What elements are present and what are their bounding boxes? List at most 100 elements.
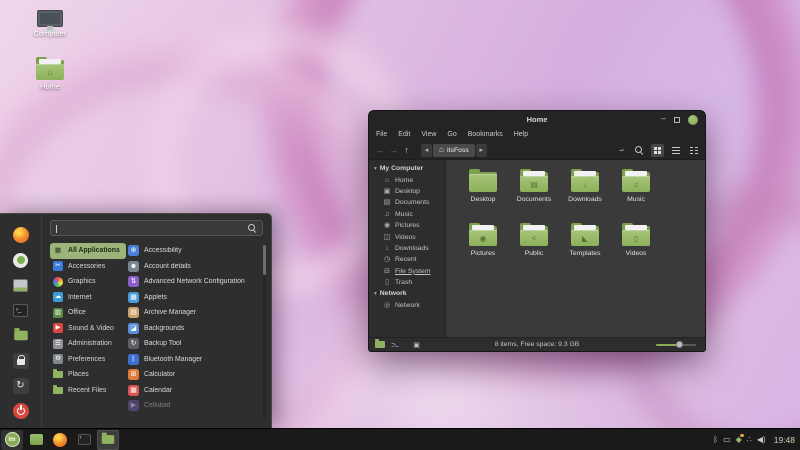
update-badge bbox=[740, 433, 744, 437]
firefox-launcher[interactable] bbox=[12, 226, 30, 244]
up-button[interactable]: ↑ bbox=[400, 145, 413, 155]
app-applets[interactable]: ▦ Applets bbox=[128, 290, 259, 306]
zoom-slider[interactable] bbox=[656, 340, 696, 350]
files-icon bbox=[101, 432, 115, 444]
sidebar-item-network[interactable]: ◎ Network bbox=[369, 300, 445, 311]
folder-music[interactable]: ♫ Music bbox=[611, 169, 661, 224]
app-bluetooth-manager[interactable]: ᛒ Bluetooth Manager bbox=[128, 352, 259, 368]
category-sound-video[interactable]: ▶ Sound & Video bbox=[50, 321, 126, 337]
sidebar-item-trash[interactable]: ▯ Trash bbox=[369, 277, 445, 288]
folder-view[interactable]: Desktop ▤ Documents ↓ Downloads ♫ Music … bbox=[446, 160, 705, 337]
sidebar-item-downloads[interactable]: ↓ Downloads bbox=[369, 243, 445, 254]
app-accessibility[interactable]: ⊕ Accessibility bbox=[128, 243, 259, 259]
sidebar-item-home[interactable]: ⌂ Home bbox=[369, 174, 445, 185]
shutdown-button[interactable] bbox=[12, 402, 30, 420]
menu-bookmarks[interactable]: Bookmarks bbox=[468, 131, 503, 138]
category-accessories[interactable]: ✂ Accessories bbox=[50, 259, 126, 275]
category-preferences[interactable]: ⚙ Preferences bbox=[50, 352, 126, 368]
system-settings-launcher[interactable] bbox=[12, 276, 30, 294]
folder-templates[interactable]: ◣ Templates bbox=[560, 223, 610, 278]
mint-menu-button[interactable] bbox=[1, 429, 23, 450]
clock[interactable]: 19:48 bbox=[774, 435, 795, 445]
app-archive-manager[interactable]: ▤ Archive Manager bbox=[128, 305, 259, 321]
menu-file[interactable]: File bbox=[376, 131, 387, 138]
category-list: ▦ All Applications ✂ Accessories Graphics … bbox=[50, 243, 126, 398]
breadcrumb-next-button[interactable]: ▸ bbox=[475, 143, 487, 157]
icon-view-button[interactable] bbox=[651, 143, 664, 157]
app-backup-tool[interactable]: ↻ Backup Tool bbox=[128, 336, 259, 352]
toggle-location-bar-button[interactable]: ⌐ bbox=[615, 144, 628, 157]
menu-search-box[interactable] bbox=[50, 220, 263, 236]
taskbar-firefox-launcher[interactable] bbox=[49, 430, 71, 450]
app-list-scrollbar[interactable] bbox=[263, 245, 266, 418]
back-button[interactable]: ← bbox=[374, 145, 387, 155]
desktop-icon-computer[interactable]: Computer bbox=[20, 10, 80, 38]
app-account-details[interactable]: ☻ Account details bbox=[128, 259, 259, 275]
menu-go[interactable]: Go bbox=[447, 131, 456, 138]
desktop-icon-home[interactable]: ⌂ Home bbox=[20, 57, 80, 91]
sidebar-item-desktop[interactable]: ▣ Desktop bbox=[369, 186, 445, 197]
breadcrumb-prev-button[interactable]: ◂ bbox=[421, 143, 432, 157]
folder-public[interactable]: < Public bbox=[509, 223, 559, 278]
close-button[interactable] bbox=[688, 114, 698, 125]
taskbar-software-manager-launcher[interactable] bbox=[25, 430, 47, 450]
sidebar-item-file-system[interactable]: ⊟ File System bbox=[369, 266, 445, 277]
applets-icon: ▦ bbox=[128, 291, 139, 303]
app-calculator[interactable]: ⊞ Calculator bbox=[128, 367, 259, 383]
slider-knob[interactable] bbox=[676, 340, 683, 348]
list-view-button[interactable] bbox=[669, 144, 682, 157]
administration-icon: ☰ bbox=[53, 338, 63, 349]
breadcrumb-home-button[interactable]: ⌂ ItsFoss bbox=[433, 143, 475, 157]
network-icon[interactable]: ∴ bbox=[747, 435, 752, 444]
app-backgrounds[interactable]: ◪ Backgrounds bbox=[128, 321, 259, 337]
sidebar-item-recent[interactable]: ◷ Recent bbox=[369, 254, 445, 265]
minimize-button[interactable]: – bbox=[661, 113, 666, 123]
scrollbar-thumb[interactable] bbox=[263, 245, 266, 275]
maximize-button[interactable] bbox=[674, 116, 680, 123]
software-manager-launcher[interactable] bbox=[12, 251, 30, 269]
sidebar-item-documents[interactable]: ▤ Documents bbox=[369, 197, 445, 208]
search-button[interactable] bbox=[633, 144, 646, 157]
mint-logo-icon bbox=[4, 432, 20, 447]
sidebar-section-network[interactable]: ▾ Network bbox=[369, 288, 445, 299]
forward-button[interactable]: → bbox=[387, 145, 400, 155]
sidebar-item-music[interactable]: ♫ Music bbox=[369, 209, 445, 220]
accessibility-icon: ⊕ bbox=[128, 245, 139, 257]
category-recent-files[interactable]: Recent Files bbox=[50, 383, 126, 399]
menu-view[interactable]: View bbox=[421, 131, 436, 138]
menu-edit[interactable]: Edit bbox=[398, 131, 410, 138]
folder-videos[interactable]: ▯ Videos bbox=[611, 223, 661, 278]
sidebar-item-videos[interactable]: ◫ Videos bbox=[369, 231, 445, 242]
titlebar[interactable]: Home – bbox=[369, 111, 705, 128]
folder-documents[interactable]: ▤ Documents bbox=[509, 169, 559, 224]
terminal-launcher[interactable] bbox=[12, 301, 30, 319]
battery-icon[interactable]: ▭ bbox=[723, 435, 731, 444]
bluetooth-icon[interactable]: ᛒ bbox=[713, 435, 718, 444]
category-internet[interactable]: ☁ Internet bbox=[50, 290, 126, 306]
app-calendar[interactable]: ▦ Calendar bbox=[128, 383, 259, 399]
menu-help[interactable]: Help bbox=[514, 131, 528, 138]
sidebar-section-my-computer[interactable]: ▾ My Computer bbox=[369, 163, 445, 174]
folder-desktop[interactable]: Desktop bbox=[458, 169, 508, 224]
app-celluloid[interactable]: ▶ Celluloid bbox=[128, 398, 259, 414]
firefox-icon bbox=[53, 432, 67, 447]
category-administration[interactable]: ☰ Administration bbox=[50, 336, 126, 352]
compact-view-button[interactable] bbox=[687, 144, 700, 157]
sidebar-item-pictures[interactable]: ◉ Pictures bbox=[369, 220, 445, 231]
category-graphics[interactable]: Graphics bbox=[50, 274, 126, 290]
logout-button[interactable]: ↻ bbox=[12, 377, 30, 395]
category-all-applications[interactable]: ▦ All Applications bbox=[50, 243, 126, 259]
search-input[interactable] bbox=[51, 221, 262, 235]
files-launcher[interactable] bbox=[12, 327, 30, 345]
app-advanced-network-configuration[interactable]: ⇅ Advanced Network Configuration bbox=[128, 274, 259, 290]
lock-screen-button[interactable] bbox=[12, 352, 30, 370]
category-places[interactable]: Places bbox=[50, 367, 126, 383]
taskbar-terminal-launcher[interactable] bbox=[73, 430, 95, 450]
home-icon: ⌂ bbox=[384, 176, 390, 184]
folder-downloads[interactable]: ↓ Downloads bbox=[560, 169, 610, 224]
taskbar-files-window[interactable] bbox=[97, 429, 119, 450]
update-manager-icon[interactable]: ◆ bbox=[736, 433, 744, 444]
folder-pictures[interactable]: ◉ Pictures bbox=[458, 223, 508, 278]
category-office[interactable]: ▥ Office bbox=[50, 305, 126, 321]
volume-icon[interactable]: ◀) bbox=[757, 435, 766, 444]
